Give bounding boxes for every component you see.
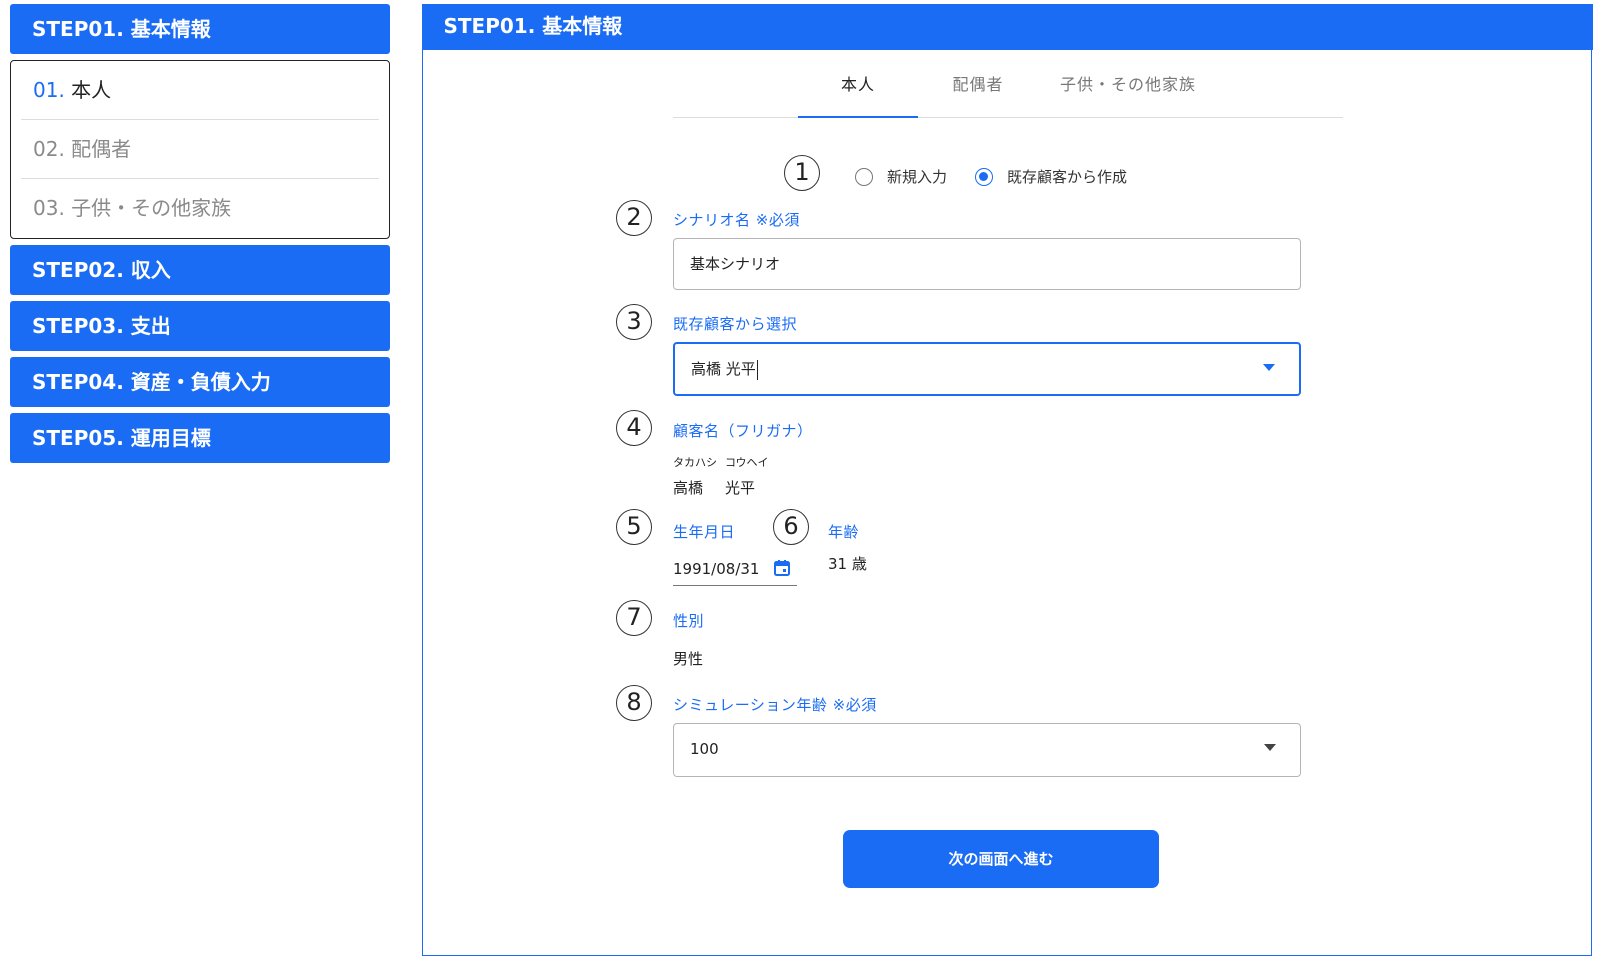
birthdate-label: 生年月日 (673, 523, 736, 541)
tab-self[interactable]: 本人 (798, 62, 918, 118)
marker-4: 4 (616, 410, 652, 446)
chevron-down-icon[interactable] (1263, 364, 1275, 371)
simulation-age-value: 100 (690, 740, 719, 758)
chevron-down-icon[interactable] (1264, 744, 1276, 751)
text-cursor (756, 359, 758, 380)
sub-item-label: 本人 (71, 78, 112, 102)
sub-item-number: 03. (33, 196, 65, 220)
step01-sub-list: 01. 本人 02. 配偶者 03. 子供・その他家族 (10, 60, 390, 239)
age-value: 31 歳 (828, 555, 867, 573)
person-tabs: 本人 配偶者 子供・その他家族 (673, 62, 1343, 118)
marker-7: 7 (616, 600, 652, 636)
sidebar-sub-item-self[interactable]: 01. 本人 (21, 61, 379, 120)
sub-item-number: 02. (33, 137, 65, 161)
sidebar-step02-button[interactable]: STEP02. 収入 (10, 245, 390, 295)
sidebar-sub-item-children[interactable]: 03. 子供・その他家族 (21, 179, 379, 238)
radio-new-input-label: 新規入力 (887, 168, 948, 186)
marker-3: 3 (616, 304, 652, 340)
marker-5: 5 (616, 509, 652, 545)
marker-2: 2 (616, 200, 652, 236)
next-screen-button[interactable]: 次の画面へ進む (843, 830, 1159, 888)
radio-new-input[interactable] (855, 167, 873, 186)
birthdate-value: 1991/08/31 (673, 560, 760, 578)
scenario-name-input[interactable]: 基本シナリオ (673, 238, 1301, 290)
sidebar-step04-button[interactable]: STEP04. 資産・負債入力 (10, 357, 390, 407)
calendar-icon[interactable] (773, 559, 791, 577)
sidebar-step03-button[interactable]: STEP03. 支出 (10, 301, 390, 351)
radio-from-existing-label: 既存顧客から作成 (1007, 168, 1128, 186)
birthdate-input[interactable]: 1991/08/31 (673, 552, 797, 586)
existing-customer-select[interactable]: 高橋 光平 (673, 342, 1301, 396)
simulation-age-label: シミュレーション年齢 ※必須 (673, 696, 877, 714)
marker-6: 6 (773, 509, 809, 545)
scenario-name-value: 基本シナリオ (690, 255, 781, 273)
sidebar-step05-button[interactable]: STEP05. 運用目標 (10, 413, 390, 463)
sub-item-label: 子供・その他家族 (71, 196, 232, 220)
radio-from-existing[interactable] (975, 167, 994, 186)
input-mode-radio-group: 新規入力 既存顧客から作成 (855, 166, 1155, 187)
marker-1: 1 (784, 155, 820, 191)
main-panel: STEP01. 基本情報 本人 配偶者 子供・その他家族 1 新規入力 既存顧客… (421, 4, 1593, 956)
marker-8: 8 (616, 685, 652, 721)
existing-customer-label: 既存顧客から選択 (673, 315, 798, 333)
gender-label: 性別 (673, 612, 705, 630)
sidebar-step01-button[interactable]: STEP01. 基本情報 (10, 4, 390, 54)
sub-item-number: 01. (33, 78, 65, 102)
scenario-name-label: シナリオ名 ※必須 (673, 211, 800, 229)
customer-last-name: 高橋 (673, 479, 704, 497)
kana-ruby-first: コウヘイ (725, 456, 769, 469)
customer-first-name: 光平 (725, 479, 756, 497)
kana-ruby-last: タカハシ (673, 456, 717, 469)
gender-value: 男性 (673, 650, 704, 668)
existing-customer-value: 高橋 光平 (691, 360, 756, 378)
sub-item-label: 配偶者 (71, 137, 132, 161)
sidebar: STEP01. 基本情報 01. 本人 02. 配偶者 03. 子供・その他家族… (10, 4, 390, 469)
sidebar-sub-item-spouse[interactable]: 02. 配偶者 (21, 120, 379, 179)
tab-children[interactable]: 子供・その他家族 (1038, 62, 1218, 118)
simulation-age-select[interactable]: 100 (673, 723, 1301, 777)
panel-header: STEP01. 基本情報 (421, 4, 1593, 50)
age-label: 年齢 (828, 523, 860, 541)
customer-kana-label: 顧客名（フリガナ） (673, 422, 813, 440)
tab-spouse[interactable]: 配偶者 (918, 62, 1038, 118)
